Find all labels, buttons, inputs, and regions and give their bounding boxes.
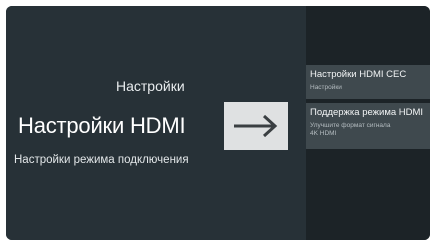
tv-settings-screen: Настройки Настройки HDMI Настройки режим…	[6, 6, 430, 240]
menu-item-title: Настройки HDMI CEC	[310, 69, 407, 80]
arrow-right-icon	[234, 114, 278, 138]
arrow-tile	[224, 102, 288, 150]
menu-item-subtitle: Настройки	[310, 84, 342, 91]
menu-item-title: Поддержка режима HDMI	[310, 107, 424, 118]
settings-header-pane: Настройки Настройки HDMI Настройки режим…	[6, 6, 306, 240]
page-title: Настройки HDMI	[18, 113, 186, 138]
settings-menu: Настройки HDMI CEC Настройки Поддержка р…	[306, 6, 430, 240]
menu-item-hdmi-mode-support[interactable]: Поддержка режима HDMI Улучшите формат си…	[306, 103, 430, 149]
page-subtitle: Настройки режима подключения	[14, 154, 189, 166]
menu-item-subtitle: Улучшите формат сигнала	[310, 122, 391, 129]
menu-item-hdmi-cec[interactable]: Настройки HDMI CEC Настройки	[306, 65, 430, 99]
menu-item-subtitle-line2: 4K HDMI	[310, 130, 337, 137]
breadcrumb: Настройки	[116, 78, 185, 94]
